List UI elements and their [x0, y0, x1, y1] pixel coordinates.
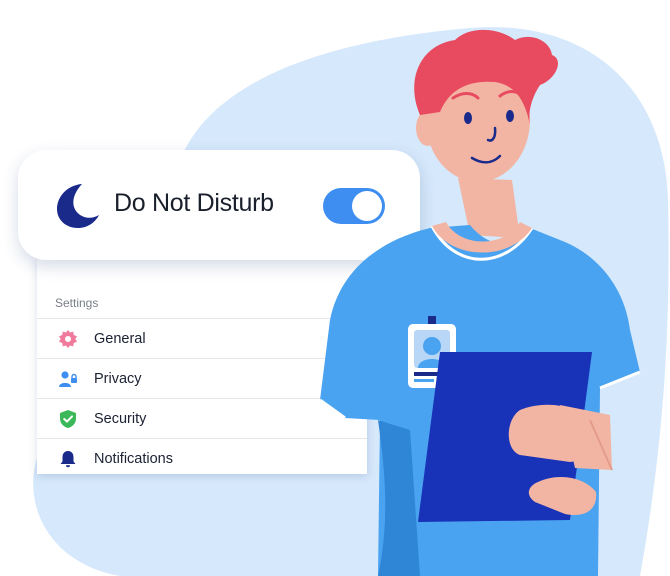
- nurse-illustration: [319, 29, 641, 576]
